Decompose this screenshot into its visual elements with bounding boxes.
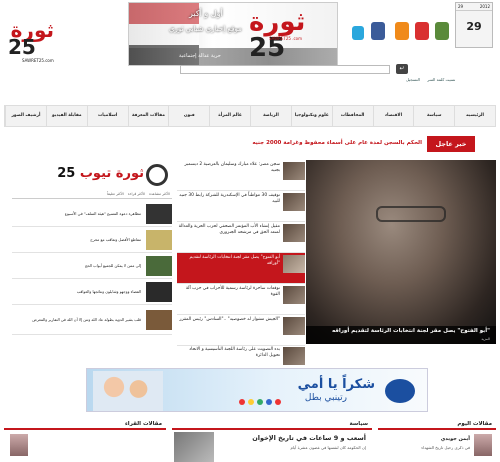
calendar-date-left: 29: [458, 4, 464, 9]
nav-item-governorates[interactable]: المحافظات: [331, 106, 373, 126]
main-story-caption[interactable]: أبو الفتوح" يصل مقر لجنة انتخابات الرئاس…: [306, 326, 496, 344]
tab-most-commented[interactable]: الأكثر تعليقاً: [107, 190, 124, 198]
ad-children-image: [93, 371, 163, 411]
banner-site-url: SAWRET25 .com: [269, 36, 303, 41]
news-thumbnail: [283, 255, 305, 273]
news-item[interactable]: توقعات ساحرة لرئاسة رسمية للأحزاب في حزب…: [177, 284, 305, 315]
ad-headline: شكراً يا أمي: [297, 377, 375, 392]
main-story-more[interactable]: المزيد: [481, 337, 490, 341]
calendar-day: 29: [466, 20, 482, 33]
politics-thumbnail[interactable]: [174, 432, 214, 462]
nav-item-arts[interactable]: فنون: [168, 106, 209, 126]
rss-icon[interactable]: [395, 22, 409, 40]
breaking-news-label: خبر عاجل: [427, 136, 475, 152]
news-item[interactable]: توقيف 30 مواطناً في الإسكندرية للشركة را…: [177, 191, 305, 222]
calendar-widget: 29 2012 29: [455, 2, 493, 48]
twitter-icon[interactable]: [352, 26, 364, 40]
news-list: سجن مصر: علاء مبارك وسليمان بالعرضية 2 د…: [177, 160, 305, 346]
nav-item-economy[interactable]: الاقتصاد: [372, 106, 414, 126]
advertisement-banner[interactable]: شكراً يا أمي رتينبي بطل: [86, 368, 428, 412]
forgot-password-link[interactable]: نسيت كلمة السر: [427, 77, 455, 82]
news-item[interactable]: سجن مصر: علاء مبارك وسليمان بالعرضية 2 د…: [177, 160, 305, 191]
calendar-year: 2012: [479, 4, 490, 9]
todays-articles-section: مقالات اليوم أيمن جويدي في ذكرى رحيل تار…: [378, 418, 496, 456]
video-thumbnail: [146, 229, 172, 250]
nav-item-articles[interactable]: مقالات المعرفة: [127, 106, 169, 126]
calendar-icon[interactable]: [435, 22, 449, 40]
site-logo[interactable]: ثورة 25 SAWRET25.com: [8, 20, 54, 70]
login-button[interactable]: ↵: [396, 64, 408, 74]
tube-title-number: 25: [57, 166, 76, 181]
crowd-image: [129, 48, 337, 65]
article-title[interactable]: في ذكرى رحيل تاريخ الشهداء: [421, 445, 470, 450]
readers-articles-title[interactable]: مقالات القراء: [4, 418, 166, 430]
tube-section-title[interactable]: 25 ثورة تيوب: [12, 164, 172, 188]
news-item[interactable]: مقيل إنشاء الأب المؤتمر الصحفي لحزب الحر…: [177, 222, 305, 253]
news-thumbnail: [283, 347, 305, 365]
logo-number: 25: [8, 35, 36, 59]
news-thumbnail: [283, 317, 305, 335]
video-thumbnail: [146, 203, 172, 224]
article-author[interactable]: أيمن جويدي: [441, 436, 470, 442]
tube-list: مظاهرة دعوة المسيح "هيئة السلف" في الأسب…: [12, 201, 172, 335]
nav-item-science[interactable]: علوم وتكنولوجيا: [290, 106, 332, 126]
tube-tabs: الأكثر مشاهدة الأكثر قراءة الأكثر تعليقا…: [12, 190, 172, 199]
nav-item-home[interactable]: الرئيسيه: [454, 106, 495, 126]
register-link[interactable]: التسجيل: [406, 77, 420, 82]
tube-item[interactable]: قلب بشير الدوية بطولة عاد الله وتنن إلا …: [12, 305, 172, 335]
nav-item-video[interactable]: مقابلة الفيديو: [45, 106, 87, 126]
main-nav: الرئيسيه سياسة الاقتصاد المحافظات علوم و…: [4, 105, 496, 127]
nav-item-sports[interactable]: الرياضة: [250, 106, 291, 126]
tube-item[interactable]: إلى ممن لا يمكن للجميع أبواب الحج: [12, 253, 172, 279]
news-item-active[interactable]: أبو الفتوح" يصل مقر لجنة انتخابات الرئاس…: [177, 253, 305, 284]
ad-brand-logo: [385, 379, 415, 403]
main-story-photo[interactable]: [306, 160, 496, 344]
video-thumbnail: [146, 255, 172, 276]
politics-section: سياسة أسعب و 9 ساعات في تاريخ الإخوان إن…: [172, 418, 372, 462]
main-story-title: أبو الفتوح" يصل مقر لجنة انتخابات الرئاس…: [331, 328, 490, 334]
person-glasses: [376, 206, 446, 222]
tube-title-word: ثورة: [115, 166, 144, 181]
search-input[interactable]: [180, 65, 390, 74]
news-thumbnail: [283, 224, 305, 242]
account-links: نسيت كلمة السر التسجيل: [400, 77, 455, 82]
youtube-icon[interactable]: [415, 22, 429, 40]
politics-title[interactable]: سياسة: [172, 418, 372, 430]
video-thumbnail: [146, 281, 172, 302]
header-banner[interactable]: ثورة 25 SAWRET25 .com أول و أكبر موقع إخب…: [128, 2, 338, 66]
nav-item-women[interactable]: عالم المرأة: [209, 106, 250, 126]
news-item[interactable]: الجيش مشوار له خصوصيه" .."السادس" رئيس ا…: [177, 315, 305, 346]
breaking-news-text[interactable]: الحكم بالسجن لمدة عام على أسماء محفوظ وغ…: [200, 140, 422, 146]
ad-subline: رتينبي بطل: [304, 393, 347, 403]
tube-item[interactable]: مظاهرة دعوة المسيح "هيئة السلف" في الأسب…: [12, 201, 172, 227]
banner-slogan-2: موقع إخباري شبابي ثوري: [169, 25, 242, 33]
film-reel-icon: [146, 164, 168, 186]
tab-most-viewed[interactable]: الأكثر مشاهدة: [149, 190, 170, 198]
facebook-icon[interactable]: [371, 22, 385, 40]
nav-item-politics[interactable]: سياسة: [413, 106, 454, 126]
news-thumbnail: [283, 286, 305, 304]
todays-articles-title[interactable]: مقالات اليوم: [378, 418, 496, 430]
readers-articles-section: مقالات القراء: [4, 418, 166, 456]
tube-item[interactable]: القضاء ووجهو وشابلون ونتائجها والعواقب: [12, 279, 172, 305]
tab-most-read[interactable]: الأكثر قراءة: [128, 190, 145, 198]
news-thumbnail: [283, 193, 305, 211]
banner-slogan-3: حرية عدالة إجتماعية: [179, 53, 221, 59]
politics-headline[interactable]: أسعب و 9 ساعات في تاريخ الإخوان: [252, 434, 366, 442]
nav-item-islamic[interactable]: اسلاميات: [86, 106, 128, 126]
video-thumbnail: [146, 309, 172, 330]
ad-decoration: [237, 397, 287, 407]
tube-item[interactable]: مقاطع الأفضل وتعاقب مع مخرج: [12, 227, 172, 253]
news-item[interactable]: بدء التصويت على رئاسة اللجنة التأسيسية و…: [177, 347, 305, 367]
politics-summary: إن الحكومة كان لنفسها في غضون عشرة أيام: [290, 445, 366, 450]
tube-title-end: تيوب: [79, 166, 112, 181]
news-thumbnail: [283, 162, 305, 180]
nav-item-photo-archive[interactable]: أرشيف الصور: [5, 106, 46, 126]
logo-english: SAWRET25.com: [22, 58, 54, 63]
author-avatar[interactable]: [474, 434, 492, 456]
banner-logo: ثورة 25: [249, 7, 306, 63]
reader-avatar[interactable]: [10, 434, 28, 456]
banner-slogan-1: أول و أكبر: [189, 9, 223, 18]
